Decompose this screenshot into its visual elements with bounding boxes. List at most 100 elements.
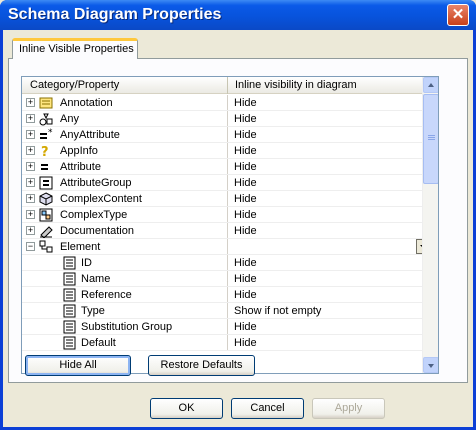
property-page-icon bbox=[62, 256, 77, 270]
complex-type-icon bbox=[39, 208, 54, 222]
element-icon bbox=[39, 240, 54, 254]
property-name: ComplexType bbox=[60, 209, 128, 221]
visibility-value: Hide bbox=[234, 161, 257, 173]
expand-icon[interactable]: + bbox=[26, 114, 35, 123]
table-row[interactable]: + Documentation Hide bbox=[22, 223, 430, 239]
visibility-value-cell[interactable]: Hide bbox=[228, 111, 430, 126]
table-row[interactable]: Default Hide bbox=[22, 335, 430, 351]
scroll-down-button[interactable] bbox=[423, 357, 438, 373]
visibility-value-cell[interactable] bbox=[228, 239, 430, 254]
expand-icon[interactable]: + bbox=[26, 130, 35, 139]
property-name-cell[interactable]: + Any bbox=[22, 111, 228, 126]
cancel-button[interactable]: Cancel bbox=[231, 398, 304, 419]
visibility-value-cell[interactable]: Hide bbox=[228, 319, 430, 334]
table-row[interactable]: − Element bbox=[22, 239, 430, 255]
property-page-icon bbox=[62, 272, 77, 286]
visibility-value-cell[interactable]: Hide bbox=[228, 95, 430, 110]
grid-rows: + Annotation Hide + Any Hide + * AnyAttribute Hid… bbox=[22, 95, 430, 351]
property-name: Type bbox=[81, 305, 105, 317]
restore-defaults-button[interactable]: Restore Defaults bbox=[148, 355, 255, 376]
column-header-inline-visibility[interactable]: Inline visibility in diagram bbox=[228, 77, 430, 94]
property-name-cell[interactable]: Name bbox=[22, 271, 228, 286]
expand-icon[interactable]: + bbox=[26, 194, 35, 203]
property-name: Element bbox=[60, 241, 101, 253]
expand-icon[interactable]: + bbox=[26, 146, 35, 155]
visibility-value: Hide bbox=[234, 113, 257, 125]
property-name-cell[interactable]: Substitution Group bbox=[22, 319, 228, 334]
property-name: AppInfo bbox=[60, 145, 98, 157]
table-row[interactable]: + * AnyAttribute Hide bbox=[22, 127, 430, 143]
property-name-cell[interactable]: + AttributeGroup bbox=[22, 175, 228, 190]
vertical-scrollbar[interactable] bbox=[422, 77, 438, 373]
expand-icon[interactable]: + bbox=[26, 226, 35, 235]
table-row[interactable]: Name Hide bbox=[22, 271, 430, 287]
visibility-value-cell[interactable]: Hide bbox=[228, 175, 430, 190]
property-name-cell[interactable]: + Annotation bbox=[22, 95, 228, 110]
annotation-icon bbox=[39, 96, 54, 110]
apply-button[interactable]: Apply bbox=[312, 398, 385, 419]
table-row[interactable]: Type Show if not empty bbox=[22, 303, 430, 319]
property-name-cell[interactable]: + ComplexType bbox=[22, 207, 228, 222]
table-row[interactable]: +? AppInfo Hide bbox=[22, 143, 430, 160]
property-page-icon bbox=[62, 336, 77, 350]
close-button[interactable]: ✕ bbox=[447, 4, 469, 26]
property-name-cell[interactable]: Type bbox=[22, 303, 228, 318]
property-name-cell[interactable]: +? AppInfo bbox=[22, 143, 228, 160]
property-name: ComplexContent bbox=[60, 193, 142, 205]
expand-icon[interactable]: + bbox=[26, 98, 35, 107]
any-attribute-icon: * bbox=[39, 128, 54, 142]
table-row[interactable]: + Attribute Hide bbox=[22, 159, 430, 175]
property-name-cell[interactable]: + Documentation bbox=[22, 223, 228, 239]
visibility-value-cell[interactable]: Hide bbox=[228, 335, 430, 350]
collapse-icon[interactable]: − bbox=[26, 242, 35, 251]
property-name: AnyAttribute bbox=[60, 129, 120, 141]
visibility-value-cell[interactable]: Hide bbox=[228, 143, 430, 158]
tab-inline-visible-properties[interactable]: Inline Visible Properties bbox=[12, 38, 138, 59]
scroll-up-button[interactable] bbox=[423, 77, 438, 93]
property-name: Name bbox=[81, 273, 111, 285]
title-bar[interactable]: Schema Diagram Properties ✕ bbox=[0, 0, 476, 30]
visibility-value-cell[interactable]: Hide bbox=[228, 207, 430, 222]
table-row[interactable]: + ComplexType Hide bbox=[22, 207, 430, 223]
table-row[interactable]: + ComplexContent Hide bbox=[22, 191, 430, 207]
property-name-cell[interactable]: + * AnyAttribute bbox=[22, 127, 228, 142]
property-name: Documentation bbox=[60, 225, 134, 237]
expand-icon[interactable]: + bbox=[26, 162, 35, 171]
expand-icon[interactable]: + bbox=[26, 210, 35, 219]
property-page-icon bbox=[62, 320, 77, 334]
table-row[interactable]: + Annotation Hide bbox=[22, 95, 430, 111]
visibility-value-cell[interactable]: Hide bbox=[228, 271, 430, 286]
scroll-thumb[interactable] bbox=[423, 94, 438, 184]
property-name-cell[interactable]: Default bbox=[22, 335, 228, 350]
property-name-cell[interactable]: − Element bbox=[22, 239, 228, 254]
visibility-value-cell[interactable]: Hide bbox=[228, 287, 430, 302]
property-name: Default bbox=[81, 337, 116, 349]
table-row[interactable]: + Any Hide bbox=[22, 111, 430, 127]
visibility-value-cell[interactable]: Hide bbox=[228, 191, 430, 206]
table-row[interactable]: Reference Hide bbox=[22, 287, 430, 303]
visibility-value: Hide bbox=[234, 129, 257, 141]
any-icon bbox=[39, 112, 54, 126]
table-row[interactable]: Substitution Group Hide bbox=[22, 319, 430, 335]
property-grid: Category/Property Inline visibility in d… bbox=[21, 76, 439, 374]
table-row[interactable]: ID Hide bbox=[22, 255, 430, 271]
attribute-icon bbox=[39, 160, 54, 174]
expand-icon[interactable]: + bbox=[26, 178, 35, 187]
cancel-label: Cancel bbox=[250, 402, 285, 414]
visibility-value: Hide bbox=[234, 289, 257, 301]
table-row[interactable]: + AttributeGroup Hide bbox=[22, 175, 430, 191]
ok-button[interactable]: OK bbox=[150, 398, 223, 419]
visibility-value-cell[interactable]: Show if not empty bbox=[228, 303, 430, 318]
visibility-value-cell[interactable]: Hide bbox=[228, 127, 430, 142]
visibility-value-cell[interactable]: Hide bbox=[228, 255, 430, 270]
property-name-cell[interactable]: + ComplexContent bbox=[22, 191, 228, 206]
property-name-cell[interactable]: ID bbox=[22, 255, 228, 270]
window-title: Schema Diagram Properties bbox=[8, 6, 222, 23]
hide-all-button[interactable]: Hide All bbox=[25, 355, 131, 376]
visibility-value-cell[interactable]: Hide bbox=[228, 159, 430, 174]
column-header-category-property[interactable]: Category/Property bbox=[22, 77, 228, 94]
property-name-cell[interactable]: + Attribute bbox=[22, 159, 228, 174]
property-name-cell[interactable]: Reference bbox=[22, 287, 228, 302]
visibility-value-cell[interactable]: Hide bbox=[228, 223, 430, 238]
property-page-icon bbox=[62, 288, 77, 302]
